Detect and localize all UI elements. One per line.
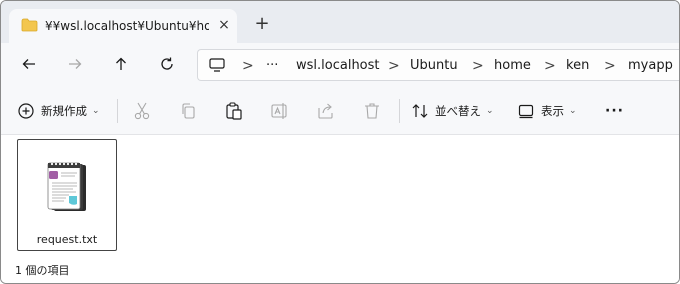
forward-arrow-icon xyxy=(69,59,82,69)
rename-icon[interactable] xyxy=(269,100,291,122)
breadcrumb-separator: > xyxy=(544,58,556,74)
chevron-down-icon: ⌄ xyxy=(92,106,100,116)
refresh-icon xyxy=(161,57,173,70)
view-button[interactable]: 表示 ⌄ xyxy=(517,97,577,125)
breadcrumb-separator: > xyxy=(388,58,400,74)
sort-icon xyxy=(412,104,428,118)
up-button[interactable] xyxy=(108,51,134,77)
more-options-icon: ··· xyxy=(605,103,624,119)
chevron-down-icon: ⌄ xyxy=(569,106,577,116)
up-arrow-icon xyxy=(116,57,126,70)
file-item[interactable]: request.txt xyxy=(17,139,117,251)
breadcrumb-separator: > xyxy=(604,58,616,74)
refresh-button[interactable] xyxy=(154,51,180,77)
breadcrumb-separator: > xyxy=(472,58,484,74)
file-explorer-window: ¥¥wsl.localhost¥Ubuntu¥home¥ken¥myapp × … xyxy=(0,0,680,284)
new-tab-button[interactable]: + xyxy=(251,13,273,35)
folder-icon xyxy=(21,18,38,32)
breadcrumb-item-ken[interactable]: ken xyxy=(566,57,589,75)
breadcrumb-item-myapp[interactable]: myapp xyxy=(628,57,673,75)
forward-button[interactable] xyxy=(62,51,88,77)
delete-icon[interactable] xyxy=(361,100,383,122)
breadcrumb-separator: > xyxy=(242,58,254,74)
command-bar: 新規作成 ⌄ 並べ替え ⌄ 表示 ⌄ ··· xyxy=(1,87,679,135)
sort-button-label: 並べ替え xyxy=(435,104,481,118)
back-button[interactable] xyxy=(16,51,42,77)
file-list: request.txt 1 個の項目 xyxy=(1,135,679,283)
add-circle-icon xyxy=(18,103,34,119)
tab-current-folder[interactable]: ¥¥wsl.localhost¥Ubuntu¥home¥ken¥myapp × xyxy=(9,9,237,43)
status-bar-item-count: 1 個の項目 xyxy=(15,264,70,277)
address-bar[interactable]: > ··· wsl.localhost > Ubuntu > home > ke… xyxy=(197,49,679,81)
view-button-label: 表示 xyxy=(541,104,564,118)
file-name: request.txt xyxy=(36,233,98,246)
breadcrumb-overflow-button[interactable]: ··· xyxy=(266,57,278,75)
toolbar-divider xyxy=(117,99,118,123)
navigation-bar: > ··· wsl.localhost > Ubuntu > home > ke… xyxy=(1,43,679,87)
tab-strip: ¥¥wsl.localhost¥Ubuntu¥home¥ken¥myapp × … xyxy=(1,1,679,43)
chevron-down-icon: ⌄ xyxy=(486,106,494,116)
share-icon[interactable] xyxy=(315,100,337,122)
sort-button[interactable]: 並べ替え ⌄ xyxy=(411,97,494,125)
cut-icon[interactable] xyxy=(131,100,153,122)
breadcrumb-item-home[interactable]: home xyxy=(494,57,531,75)
notepad-icon xyxy=(47,162,86,211)
breadcrumb-item-wsl-localhost[interactable]: wsl.localhost xyxy=(296,57,380,75)
tab-title: ¥¥wsl.localhost¥Ubuntu¥home¥ken¥myapp xyxy=(45,19,209,33)
toolbar-divider xyxy=(399,99,400,123)
paste-icon[interactable] xyxy=(223,100,245,122)
copy-icon[interactable] xyxy=(177,100,199,122)
back-arrow-icon xyxy=(22,59,35,69)
tab-close-button[interactable]: × xyxy=(215,15,233,35)
breadcrumb-item-ubuntu[interactable]: Ubuntu xyxy=(410,57,458,75)
new-button[interactable]: 新規作成 ⌄ xyxy=(17,97,100,125)
see-more-button[interactable]: ··· xyxy=(605,97,624,125)
computer-icon xyxy=(209,58,225,72)
view-icon xyxy=(518,104,534,119)
new-button-label: 新規作成 xyxy=(41,104,87,118)
